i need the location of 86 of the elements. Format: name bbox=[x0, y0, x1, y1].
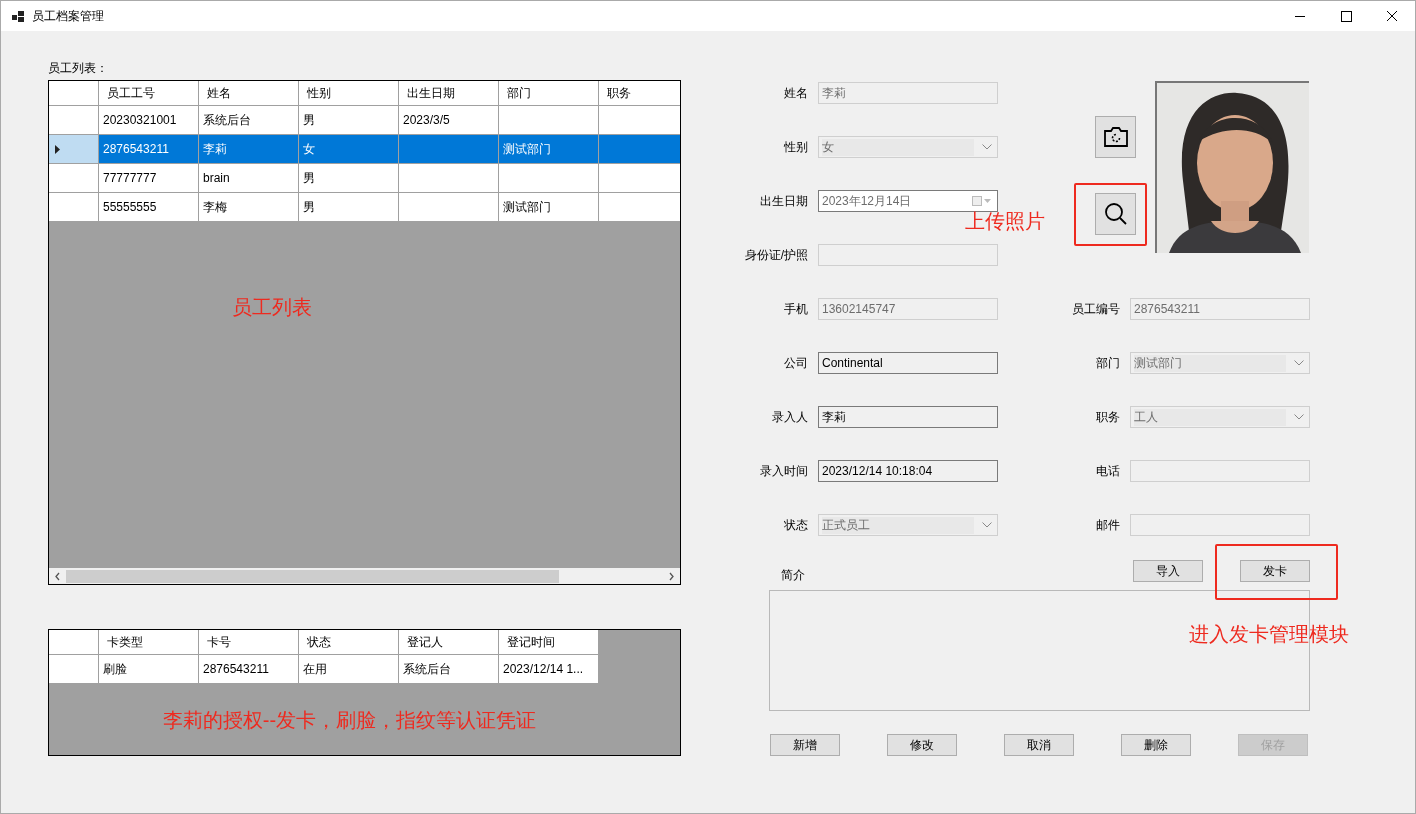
table-cell[interactable]: 女 bbox=[299, 135, 399, 164]
field-label: 手机 bbox=[784, 300, 808, 318]
column-header[interactable]: 状态 bbox=[299, 630, 399, 655]
chevron-down-icon bbox=[982, 144, 992, 150]
app-icon bbox=[12, 10, 24, 22]
camera-button[interactable] bbox=[1095, 116, 1136, 158]
field-label: 录入人 bbox=[772, 408, 808, 426]
text-field[interactable]: Continental bbox=[818, 352, 998, 374]
table-cell[interactable]: 刷脸 bbox=[99, 655, 199, 684]
text-field[interactable]: 李莉 bbox=[818, 406, 998, 428]
table-cell[interactable]: 2876543211 bbox=[99, 135, 199, 164]
field-label: 性别 bbox=[784, 138, 808, 156]
table-cell[interactable]: brain bbox=[199, 164, 299, 193]
column-header[interactable]: 员工工号 bbox=[99, 81, 199, 106]
row-header[interactable] bbox=[49, 655, 99, 684]
list-label: 员工列表： bbox=[48, 60, 109, 77]
table-cell[interactable]: 20230321001 bbox=[99, 106, 199, 135]
action-button[interactable]: 发卡 bbox=[1240, 560, 1310, 582]
table-cell[interactable]: 测试部门 bbox=[499, 135, 599, 164]
text-field[interactable]: 2023/12/14 10:18:04 bbox=[818, 460, 998, 482]
table-cell[interactable]: 2876543211 bbox=[199, 655, 299, 684]
intro-label: 简介 bbox=[781, 568, 805, 582]
chevron-down-icon bbox=[1294, 360, 1304, 366]
form-button[interactable]: 删除 bbox=[1121, 734, 1191, 756]
table-cell[interactable]: 77777777 bbox=[99, 164, 199, 193]
column-header[interactable]: 登记人 bbox=[399, 630, 499, 655]
annotation-text: 上传照片 bbox=[965, 209, 1045, 234]
field-label: 职务 bbox=[1096, 408, 1120, 426]
camera-icon bbox=[1102, 126, 1129, 148]
column-header[interactable]: 卡类型 bbox=[99, 630, 199, 655]
action-button[interactable]: 导入 bbox=[1133, 560, 1203, 582]
annotation-text: 员工列表 bbox=[232, 295, 312, 320]
field-label: 电话 bbox=[1096, 462, 1120, 480]
field-label: 邮件 bbox=[1096, 516, 1120, 534]
chevron-down-icon bbox=[982, 522, 992, 528]
field-label: 身份证/护照 bbox=[744, 246, 808, 264]
field-label: 出生日期 bbox=[760, 192, 808, 210]
field-label: 姓名 bbox=[784, 84, 808, 102]
table-cell[interactable]: 2023/12/14 1... bbox=[499, 655, 599, 684]
field-label: 状态 bbox=[784, 516, 808, 534]
table-cell[interactable] bbox=[399, 164, 499, 193]
column-header[interactable]: 部门 bbox=[499, 81, 599, 106]
horizontal-scrollbar[interactable] bbox=[49, 568, 680, 584]
field-label: 公司 bbox=[784, 354, 808, 372]
table-cell[interactable] bbox=[499, 164, 599, 193]
table-cell[interactable]: 55555555 bbox=[99, 193, 199, 222]
column-header[interactable]: 出生日期 bbox=[399, 81, 499, 106]
form-button[interactable]: 修改 bbox=[887, 734, 957, 756]
search-button[interactable] bbox=[1095, 193, 1136, 235]
row-header[interactable] bbox=[49, 193, 99, 222]
annotation-text: 李莉的授权--发卡，刷脸，指纹等认证凭证 bbox=[162, 708, 537, 733]
window-title: 员工档案管理 bbox=[32, 7, 104, 25]
table-cell[interactable]: 系统后台 bbox=[199, 106, 299, 135]
row-header[interactable] bbox=[49, 106, 99, 135]
row-header[interactable] bbox=[49, 164, 99, 193]
scrollbar-thumb[interactable] bbox=[66, 569, 559, 583]
chevron-down-icon bbox=[1294, 414, 1304, 420]
calendar-icon bbox=[972, 196, 992, 206]
row-header[interactable] bbox=[49, 135, 99, 164]
table-cell[interactable]: 李莉 bbox=[199, 135, 299, 164]
table-cell[interactable]: 2023/3/5 bbox=[399, 106, 499, 135]
table-cell[interactable]: 男 bbox=[299, 164, 399, 193]
table-cell[interactable]: 系统后台 bbox=[399, 655, 499, 684]
column-header[interactable]: 登记时间 bbox=[499, 630, 599, 655]
table-cell[interactable]: 李梅 bbox=[199, 193, 299, 222]
field-label: 部门 bbox=[1096, 354, 1120, 372]
column-header[interactable]: 性别 bbox=[299, 81, 399, 106]
annotation-text: 进入发卡管理模块 bbox=[1189, 622, 1349, 647]
column-header[interactable]: 姓名 bbox=[199, 81, 299, 106]
form-button[interactable]: 取消 bbox=[1004, 734, 1074, 756]
table-cell[interactable] bbox=[399, 193, 499, 222]
field-label: 员工编号 bbox=[1072, 300, 1120, 318]
table-cell[interactable]: 在用 bbox=[299, 655, 399, 684]
row-pointer-icon bbox=[55, 144, 60, 154]
date-picker[interactable]: 2023年12月14日 bbox=[818, 190, 998, 212]
table-cell[interactable]: 男 bbox=[299, 106, 399, 135]
field-label: 录入时间 bbox=[760, 462, 808, 480]
search-icon bbox=[1103, 202, 1128, 226]
column-header[interactable]: 卡号 bbox=[199, 630, 299, 655]
form-button[interactable]: 新增 bbox=[770, 734, 840, 756]
table-cell[interactable]: 男 bbox=[299, 193, 399, 222]
table-cell[interactable] bbox=[499, 106, 599, 135]
intro-text-area[interactable] bbox=[769, 590, 1310, 711]
table-cell[interactable] bbox=[599, 135, 680, 164]
table-cell[interactable] bbox=[399, 135, 499, 164]
table-cell[interactable]: 测试部门 bbox=[499, 193, 599, 222]
